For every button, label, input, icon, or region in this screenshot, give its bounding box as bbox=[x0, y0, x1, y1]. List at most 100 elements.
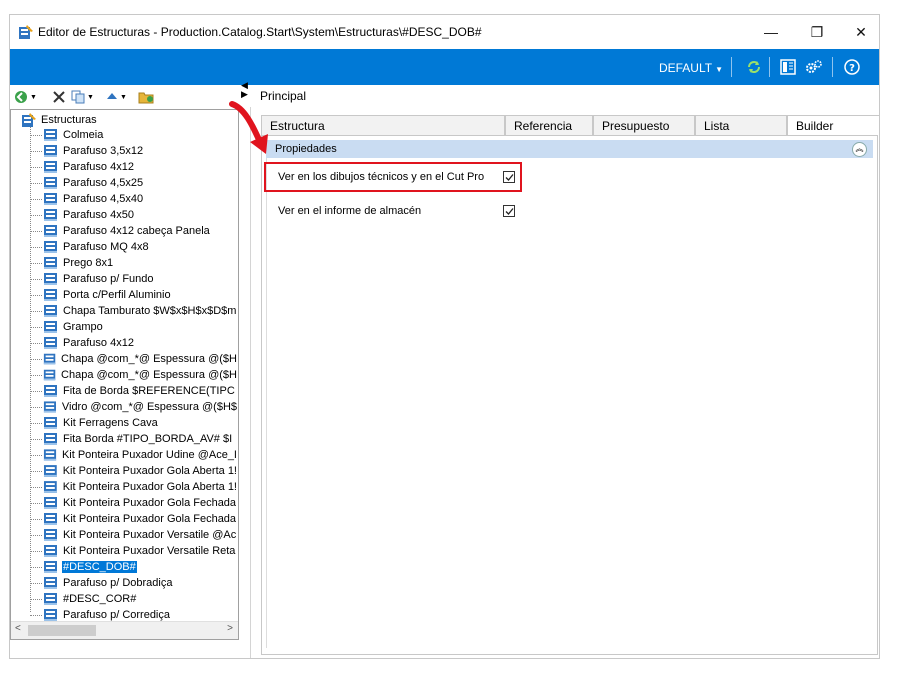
tree-item[interactable]: Parafuso 4x12 cabeça Panela bbox=[11, 223, 238, 239]
app-icon bbox=[19, 25, 33, 39]
tree-item[interactable]: Kit Ponteira Puxador Gola Aberta 1! bbox=[11, 479, 238, 495]
tree-item[interactable]: Fita Borda #TIPO_BORDA_AV# $I bbox=[11, 431, 238, 447]
restore-button[interactable]: ❐ bbox=[795, 17, 839, 47]
folder-icon[interactable] bbox=[138, 89, 154, 105]
tree-item-label: Colmeia bbox=[63, 129, 104, 141]
tree-toolbar: ▼ ▼ ▼ bbox=[10, 85, 250, 109]
tree-item[interactable]: Kit Ponteira Puxador Gola Fechada bbox=[11, 511, 238, 527]
tree-item[interactable]: Kit Ponteira Puxador Gola Fechada bbox=[11, 495, 238, 511]
tree-item[interactable]: Vidro @com_*@ Espessura @($H$ bbox=[11, 399, 238, 415]
structure-item-icon bbox=[44, 273, 57, 285]
tree-item[interactable]: Parafuso 4x12 bbox=[11, 159, 238, 175]
tree-item[interactable]: Kit Ponteira Puxador Versatile @Ac bbox=[11, 527, 238, 543]
tree-connector bbox=[30, 359, 42, 360]
restore-icon: ❐ bbox=[810, 23, 824, 40]
tree-item[interactable]: Kit Ponteira Puxador Gola Aberta 1! bbox=[11, 463, 238, 479]
tab-presupuesto[interactable]: Presupuesto bbox=[593, 115, 695, 135]
tab-label: Presupuesto bbox=[602, 118, 670, 133]
structure-item-icon bbox=[44, 177, 57, 189]
structure-tree[interactable]: Estructuras Colmeia Parafuso 3,5x12 Parafu… bbox=[10, 109, 239, 640]
close-button[interactable]: ✕ bbox=[839, 17, 879, 47]
tree-item-label: Parafuso MQ 4x8 bbox=[63, 241, 149, 253]
tree-item-label: Fita Borda #TIPO_BORDA_AV# $I bbox=[63, 433, 233, 445]
tree-item-label: Kit Ponteira Puxador Gola Aberta 1! bbox=[62, 481, 237, 493]
collapse-icon[interactable]: ︽ bbox=[852, 142, 867, 157]
tree-item[interactable]: Chapa @com_*@ Espessura @($H bbox=[11, 351, 238, 367]
add-icon[interactable]: ▼ bbox=[14, 89, 37, 105]
structure-item-icon bbox=[44, 545, 57, 557]
tree-item[interactable]: Chapa @com_*@ Espessura @($H bbox=[11, 367, 238, 383]
tree-item-label: Parafuso 4x12 bbox=[63, 161, 134, 173]
structure-item-icon bbox=[44, 225, 57, 237]
splitter-arrows[interactable]: ◀ ▶ bbox=[241, 81, 251, 99]
tree-connector bbox=[30, 135, 42, 136]
tree-item[interactable]: Parafuso p/ Fundo bbox=[11, 271, 238, 287]
tree-item[interactable]: Parafuso 3,5x12 bbox=[11, 143, 238, 159]
tree-connector bbox=[30, 215, 42, 216]
help-icon[interactable]: ? bbox=[842, 57, 862, 77]
tree-item-label: Porta c/Perfil Aluminio bbox=[63, 289, 171, 301]
tree-connector bbox=[30, 263, 42, 264]
properties-section-header[interactable]: Propiedades ︽ bbox=[266, 140, 873, 158]
tree-item-label: Kit Ponteira Puxador Versatile @Ac bbox=[63, 529, 237, 541]
refresh-icon[interactable] bbox=[744, 57, 764, 77]
cutpro-checkbox[interactable] bbox=[503, 171, 515, 183]
warehouse-report-checkbox[interactable] bbox=[503, 205, 515, 217]
tree-item[interactable]: Parafuso 4,5x40 bbox=[11, 191, 238, 207]
tab-lista[interactable]: Lista bbox=[695, 115, 787, 135]
tree-item[interactable]: Grampo bbox=[11, 319, 238, 335]
tree-item[interactable]: Kit Ferragens Cava bbox=[11, 415, 238, 431]
tab-label: Referencia bbox=[514, 118, 573, 133]
minimize-button[interactable]: — bbox=[749, 17, 793, 47]
tree-item[interactable]: Kit Ponteira Puxador Versatile Reta bbox=[11, 543, 238, 559]
checkmark-icon bbox=[505, 208, 514, 215]
settings-icon[interactable] bbox=[804, 57, 824, 77]
tree-item[interactable]: Chapa Tamburato $W$x$H$x$D$m bbox=[11, 303, 238, 319]
scroll-left-icon[interactable]: < bbox=[15, 623, 21, 634]
tree-connector bbox=[30, 247, 42, 248]
tree-item-label: #DESC_COR# bbox=[63, 593, 137, 605]
profile-dropdown[interactable]: DEFAULT ▼ bbox=[659, 61, 723, 75]
structure-item-icon bbox=[44, 385, 57, 397]
tree-item-label: Kit Ferragens Cava bbox=[63, 417, 158, 429]
tree-root[interactable]: Estructuras bbox=[21, 112, 97, 128]
structure-item-icon bbox=[44, 321, 57, 333]
tree-item[interactable]: Fita de Borda $REFERENCE(TIPC bbox=[11, 383, 238, 399]
tree-connector bbox=[30, 519, 42, 520]
tree-item[interactable]: Parafuso 4,5x25 bbox=[11, 175, 238, 191]
scrollbar-thumb[interactable] bbox=[28, 625, 96, 636]
tree-item[interactable]: Prego 8x1 bbox=[11, 255, 238, 271]
tree-item-label: Chapa @com_*@ Espessura @($H bbox=[61, 353, 237, 365]
structure-item-icon bbox=[44, 433, 57, 445]
tree-item-label: Parafuso p/ Corrediça bbox=[63, 609, 170, 621]
move-up-icon[interactable]: ▼ bbox=[106, 89, 127, 105]
tree-item[interactable]: Kit Ponteira Puxador Udine @Ace_I bbox=[11, 447, 238, 463]
tree-item-label: Parafuso 4x12 cabeça Panela bbox=[63, 225, 210, 237]
tree-item[interactable]: #DESC_DOB# bbox=[11, 559, 238, 575]
horizontal-scrollbar[interactable]: < > bbox=[11, 621, 238, 639]
tree-connector bbox=[30, 327, 42, 328]
tree-item[interactable]: Parafuso MQ 4x8 bbox=[11, 239, 238, 255]
tree-item[interactable]: Porta c/Perfil Aluminio bbox=[11, 287, 238, 303]
tree-item[interactable]: Parafuso 4x12 bbox=[11, 335, 238, 351]
tab-builder[interactable]: Builder bbox=[787, 115, 879, 135]
scroll-right-icon[interactable]: > bbox=[227, 623, 233, 634]
delete-icon[interactable] bbox=[52, 89, 66, 105]
tree-item[interactable]: Parafuso p/ Dobradiça bbox=[11, 575, 238, 591]
tab-estructura[interactable]: Estructura bbox=[261, 115, 505, 135]
tree-item[interactable]: Colmeia bbox=[11, 127, 238, 143]
close-icon: ✕ bbox=[855, 23, 867, 40]
tree-connector bbox=[30, 471, 42, 472]
layout-icon[interactable] bbox=[778, 57, 798, 77]
tree-connector bbox=[30, 279, 42, 280]
tree-connector bbox=[30, 167, 42, 168]
structure-item-icon bbox=[43, 369, 56, 381]
tree-item-label: Kit Ponteira Puxador Gola Aberta 1! bbox=[62, 465, 237, 477]
tree-item[interactable]: #DESC_COR# bbox=[11, 591, 238, 607]
tree-item[interactable]: Parafuso 4x50 bbox=[11, 207, 238, 223]
red-arrow-annotation bbox=[229, 101, 268, 154]
tree-item-label: Parafuso 4x50 bbox=[63, 209, 134, 221]
tree-item-label: Kit Ponteira Puxador Gola Fechada bbox=[63, 513, 237, 525]
copy-icon[interactable]: ▼ bbox=[71, 89, 94, 105]
tab-referencia[interactable]: Referencia bbox=[505, 115, 593, 135]
